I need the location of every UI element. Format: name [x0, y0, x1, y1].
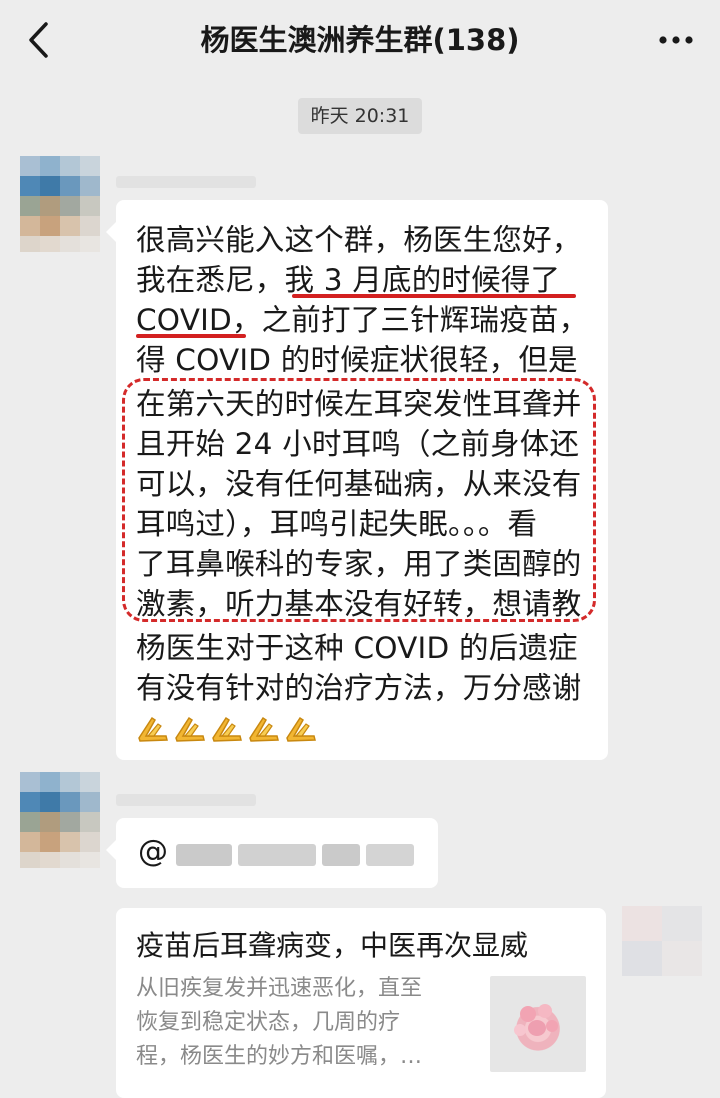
- link-card-desc-line: 从旧疾复发并迅速恶化，直至: [136, 976, 423, 1001]
- message-line: 杨医生对于这种 COVID 的后遗症: [136, 631, 578, 665]
- message-timestamp: 昨天 20:31: [298, 98, 422, 134]
- pray-icon: [212, 716, 242, 742]
- message-line: 得 COVID 的时候症状很轻，但是: [136, 343, 578, 377]
- link-card-title: 疫苗后耳聋病变，中医再次显威: [136, 929, 529, 962]
- link-card-desc-line: 程，杨医生的妙方和医嘱，…: [136, 1044, 423, 1069]
- message-line: 很高兴能入这个群，杨医生您好，: [136, 223, 582, 257]
- chat-header: 杨医生澳洲养生群(138): [0, 0, 720, 80]
- link-card[interactable]: 疫苗后耳聋病变，中医再次显威 从旧疾复发并迅速恶化，直至 恢复到稳定状态，几周的…: [116, 908, 606, 1098]
- message-line: 我在悉尼，我 3 月底的时候得了: [136, 263, 561, 297]
- avatar[interactable]: [20, 156, 100, 252]
- annotation-underline: [292, 294, 576, 298]
- mention-at: @: [138, 834, 168, 869]
- pray-icon: [286, 716, 316, 742]
- annotation-dashed-box: [122, 378, 596, 622]
- message-bubble[interactable]: @: [106, 818, 438, 888]
- link-card-desc-line: 恢复到稳定状态，几周的疗: [136, 1010, 401, 1035]
- avatar[interactable]: [20, 772, 100, 868]
- sender-nickname: [116, 794, 256, 806]
- flower-bouquet-image: [490, 976, 586, 1072]
- blurred-mention-name: [176, 844, 416, 866]
- message-line: 有没有针对的治疗方法，万分感谢: [136, 671, 582, 705]
- message-line: COVID，之前打了三针辉瑞疫苗，: [136, 303, 589, 337]
- back-button[interactable]: [18, 18, 58, 62]
- sender-nickname: [116, 176, 256, 188]
- pray-icon: [138, 716, 168, 742]
- avatar[interactable]: [622, 906, 702, 976]
- more-dots-icon: [659, 36, 693, 44]
- chat-title: 杨医生澳洲养生群(138): [200, 23, 520, 57]
- pray-icon: [249, 716, 279, 742]
- pray-icon: [175, 716, 205, 742]
- emoji-row: [136, 712, 318, 748]
- annotation-underline: [136, 334, 246, 338]
- more-button[interactable]: [654, 20, 698, 60]
- chevron-left-icon: [29, 22, 48, 58]
- link-card-description: 从旧疾复发并迅速恶化，直至 恢复到稳定状态，几周的疗 程，杨医生的妙方和医嘱，…: [136, 972, 476, 1074]
